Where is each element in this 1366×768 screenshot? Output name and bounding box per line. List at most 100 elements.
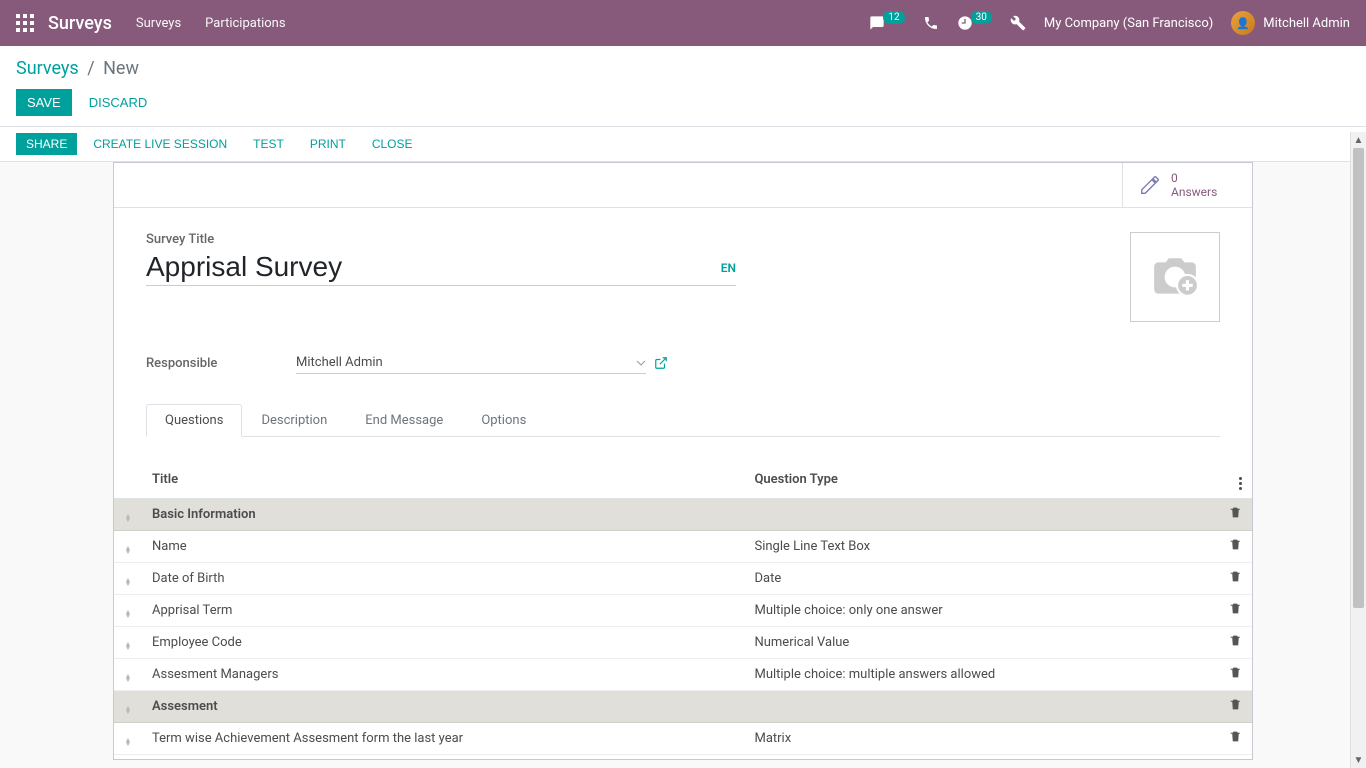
statusbar: SHARE CREATE LIVE SESSION TEST PRINT CLO… — [0, 127, 1366, 162]
topnav: Surveys Surveys Participations 12 30 My … — [0, 0, 1366, 46]
messaging-button[interactable]: 12 — [869, 15, 904, 31]
activities-button[interactable]: 30 — [957, 15, 992, 31]
tab-description[interactable]: Description — [242, 404, 346, 437]
delete-row-button[interactable] — [1219, 723, 1252, 755]
drag-handle[interactable]: ▲▼ — [114, 531, 142, 563]
breadcrumb-current: New — [103, 58, 139, 79]
form-container: 0 Answers Survey Title EN — [0, 162, 1366, 760]
wrench-icon — [1010, 15, 1026, 31]
camera-plus-icon — [1145, 252, 1205, 302]
drag-handle-icon: ▲▼ — [125, 642, 132, 650]
delete-row-button[interactable] — [1219, 531, 1252, 563]
share-button[interactable]: SHARE — [16, 133, 77, 155]
drag-handle-icon: ▲▼ — [125, 674, 132, 682]
survey-title-label: Survey Title — [146, 232, 1130, 247]
drag-handle[interactable]: ▲▼ — [114, 499, 142, 531]
section-row[interactable]: ▲▼ Basic Information — [114, 499, 1252, 531]
lang-badge[interactable]: EN — [721, 261, 736, 283]
row-title: Apprisal Term — [142, 595, 744, 627]
question-row[interactable]: ▲▼ Apprisal TermMultiple choice: only one… — [114, 595, 1252, 627]
row-title: Name — [142, 531, 744, 563]
question-row[interactable]: ▲▼ Employee CodeNumerical Value — [114, 627, 1252, 659]
question-row[interactable]: ▲▼Date of BirthDate — [114, 563, 1252, 595]
brand[interactable]: Surveys — [48, 13, 112, 34]
delete-row-button[interactable] — [1219, 691, 1252, 723]
responsible-field[interactable]: Mitchell Admin — [296, 352, 646, 374]
delete-row-button[interactable] — [1219, 659, 1252, 691]
chat-badge: 12 — [883, 11, 904, 24]
drag-handle[interactable]: ▲▼ — [114, 595, 142, 627]
debug-button[interactable] — [1010, 15, 1026, 31]
delete-row-button[interactable] — [1219, 627, 1252, 659]
create-live-session-button[interactable]: CREATE LIVE SESSION — [83, 133, 237, 155]
questions-table: Title Question Type ▲▼Basic Information▲… — [114, 461, 1252, 760]
close-button[interactable]: CLOSE — [362, 133, 423, 155]
drag-handle[interactable]: ▲▼ — [114, 723, 142, 755]
survey-title-input[interactable] — [146, 251, 711, 283]
avatar: 👤 — [1231, 11, 1255, 35]
delete-row-button[interactable] — [1219, 499, 1252, 531]
nav-surveys[interactable]: Surveys — [136, 16, 181, 31]
drag-handle-icon: ▲▼ — [125, 738, 132, 746]
row-title: Assesment Managers — [142, 659, 744, 691]
trash-icon — [1229, 506, 1242, 519]
col-type[interactable]: Question Type — [744, 461, 1219, 499]
responsible-value: Mitchell Admin — [296, 355, 628, 370]
trash-icon — [1229, 570, 1242, 583]
row-title: Assesment — [142, 691, 744, 723]
image-upload[interactable] — [1130, 232, 1220, 322]
drag-handle[interactable]: ▲▼ — [114, 659, 142, 691]
row-title: Term wise Achievement Assesment form the… — [142, 723, 744, 755]
discard-button[interactable]: DISCARD — [78, 89, 159, 116]
col-title[interactable]: Title — [142, 461, 744, 499]
row-type — [744, 499, 1219, 531]
delete-row-button[interactable] — [1219, 563, 1252, 595]
row-title: Employee Code — [142, 627, 744, 659]
chevron-down-icon[interactable] — [636, 358, 646, 368]
col-menu[interactable] — [1219, 461, 1252, 499]
delete-row-button[interactable] — [1219, 595, 1252, 627]
test-button[interactable]: TEST — [243, 133, 294, 155]
trash-icon — [1229, 698, 1242, 711]
drag-handle-icon: ▲▼ — [125, 514, 132, 522]
scroll-down-icon[interactable]: ▼ — [1351, 752, 1366, 768]
save-button[interactable]: SAVE — [16, 89, 72, 116]
section-row[interactable]: ▲▼ Assesment — [114, 691, 1252, 723]
drag-handle[interactable]: ▲▼ — [114, 691, 142, 723]
breadcrumb-root[interactable]: Surveys — [16, 58, 79, 79]
answers-stat-button[interactable]: 0 Answers — [1122, 163, 1252, 207]
tab-options[interactable]: Options — [462, 404, 545, 437]
external-link-icon[interactable] — [654, 356, 668, 370]
scrollbar[interactable]: ▲ ▼ — [1350, 132, 1366, 768]
tab-end-message[interactable]: End Message — [346, 404, 462, 437]
drag-handle[interactable]: ▲▼ — [114, 563, 142, 595]
nav-participations[interactable]: Participations — [205, 16, 285, 31]
company-switcher[interactable]: My Company (San Francisco) — [1044, 16, 1213, 31]
row-type: Numerical Value — [744, 627, 1219, 659]
row-type: Multiple choice: only one answer — [744, 595, 1219, 627]
phone-icon — [923, 15, 939, 31]
phone-button[interactable] — [923, 15, 939, 31]
row-type: Single Line Text Box — [744, 531, 1219, 563]
row-type: Multiple choice: multiple answers allowe… — [744, 659, 1219, 691]
button-box: 0 Answers — [114, 163, 1252, 208]
question-row[interactable]: ▲▼NameSingle Line Text Box — [114, 531, 1252, 563]
scrollbar-thumb[interactable] — [1353, 148, 1364, 608]
row-title: Basic Information — [142, 499, 744, 531]
row-title: Date of Birth — [142, 563, 744, 595]
user-name: Mitchell Admin — [1263, 16, 1350, 31]
scroll-up-icon[interactable]: ▲ — [1351, 132, 1366, 148]
question-row[interactable]: ▲▼ Assesment ManagersMultiple choice: mul… — [114, 659, 1252, 691]
drag-handle-icon: ▲▼ — [125, 610, 132, 618]
responsible-label: Responsible — [146, 356, 296, 371]
add-row: Add a question Add a section — [114, 755, 1252, 761]
question-row[interactable]: ▲▼ Term wise Achievement Assesment form t… — [114, 723, 1252, 755]
apps-icon[interactable] — [16, 14, 34, 32]
user-menu[interactable]: 👤 Mitchell Admin — [1231, 11, 1350, 35]
trash-icon — [1229, 602, 1242, 615]
row-type: Matrix — [744, 723, 1219, 755]
tab-questions[interactable]: Questions — [146, 404, 242, 437]
drag-handle-icon: ▲▼ — [125, 706, 132, 714]
print-button[interactable]: PRINT — [300, 133, 356, 155]
drag-handle[interactable]: ▲▼ — [114, 627, 142, 659]
